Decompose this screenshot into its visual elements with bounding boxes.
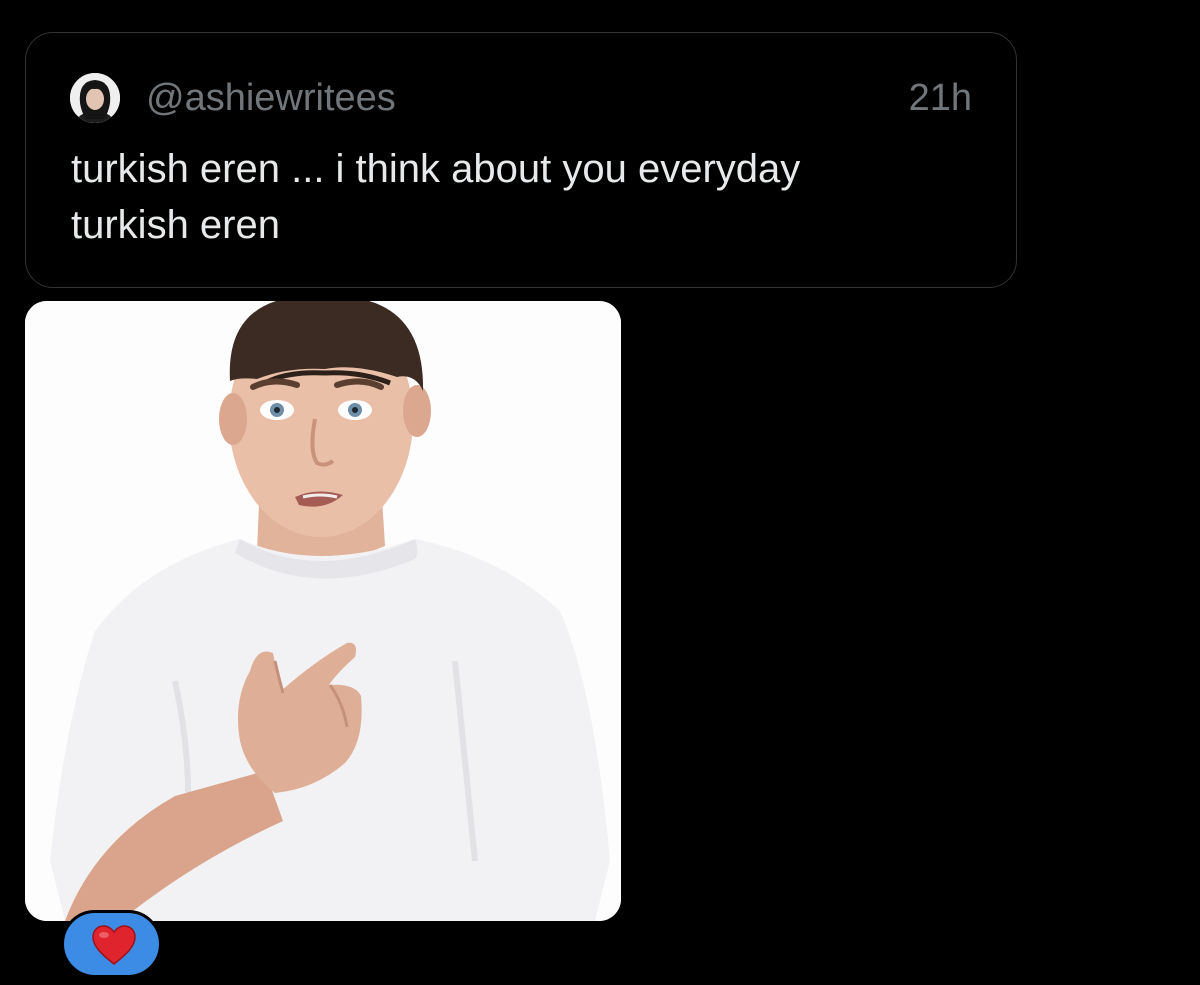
profile-photo-icon	[70, 73, 120, 123]
media-image[interactable]	[25, 301, 621, 921]
red-heart-icon	[92, 925, 136, 965]
quoted-post-card[interactable]: @ashiewritees 21h turkish eren ... i thi…	[25, 32, 1017, 288]
photo-man-white-tshirt	[25, 301, 621, 921]
quoted-post-timestamp: 21h	[908, 77, 972, 119]
quoted-post-text-line: turkish eren ... i think about you every…	[71, 147, 801, 191]
reaction-bubble[interactable]	[61, 910, 162, 978]
quoted-post-handle[interactable]: @ashiewritees	[146, 75, 396, 121]
quoted-post-text-line: turkish eren	[71, 203, 280, 247]
quoted-post-text: turkish eren ... i think about you every…	[71, 141, 971, 253]
avatar[interactable]	[70, 73, 120, 123]
quoted-post-header: @ashiewritees 21h	[70, 73, 972, 123]
